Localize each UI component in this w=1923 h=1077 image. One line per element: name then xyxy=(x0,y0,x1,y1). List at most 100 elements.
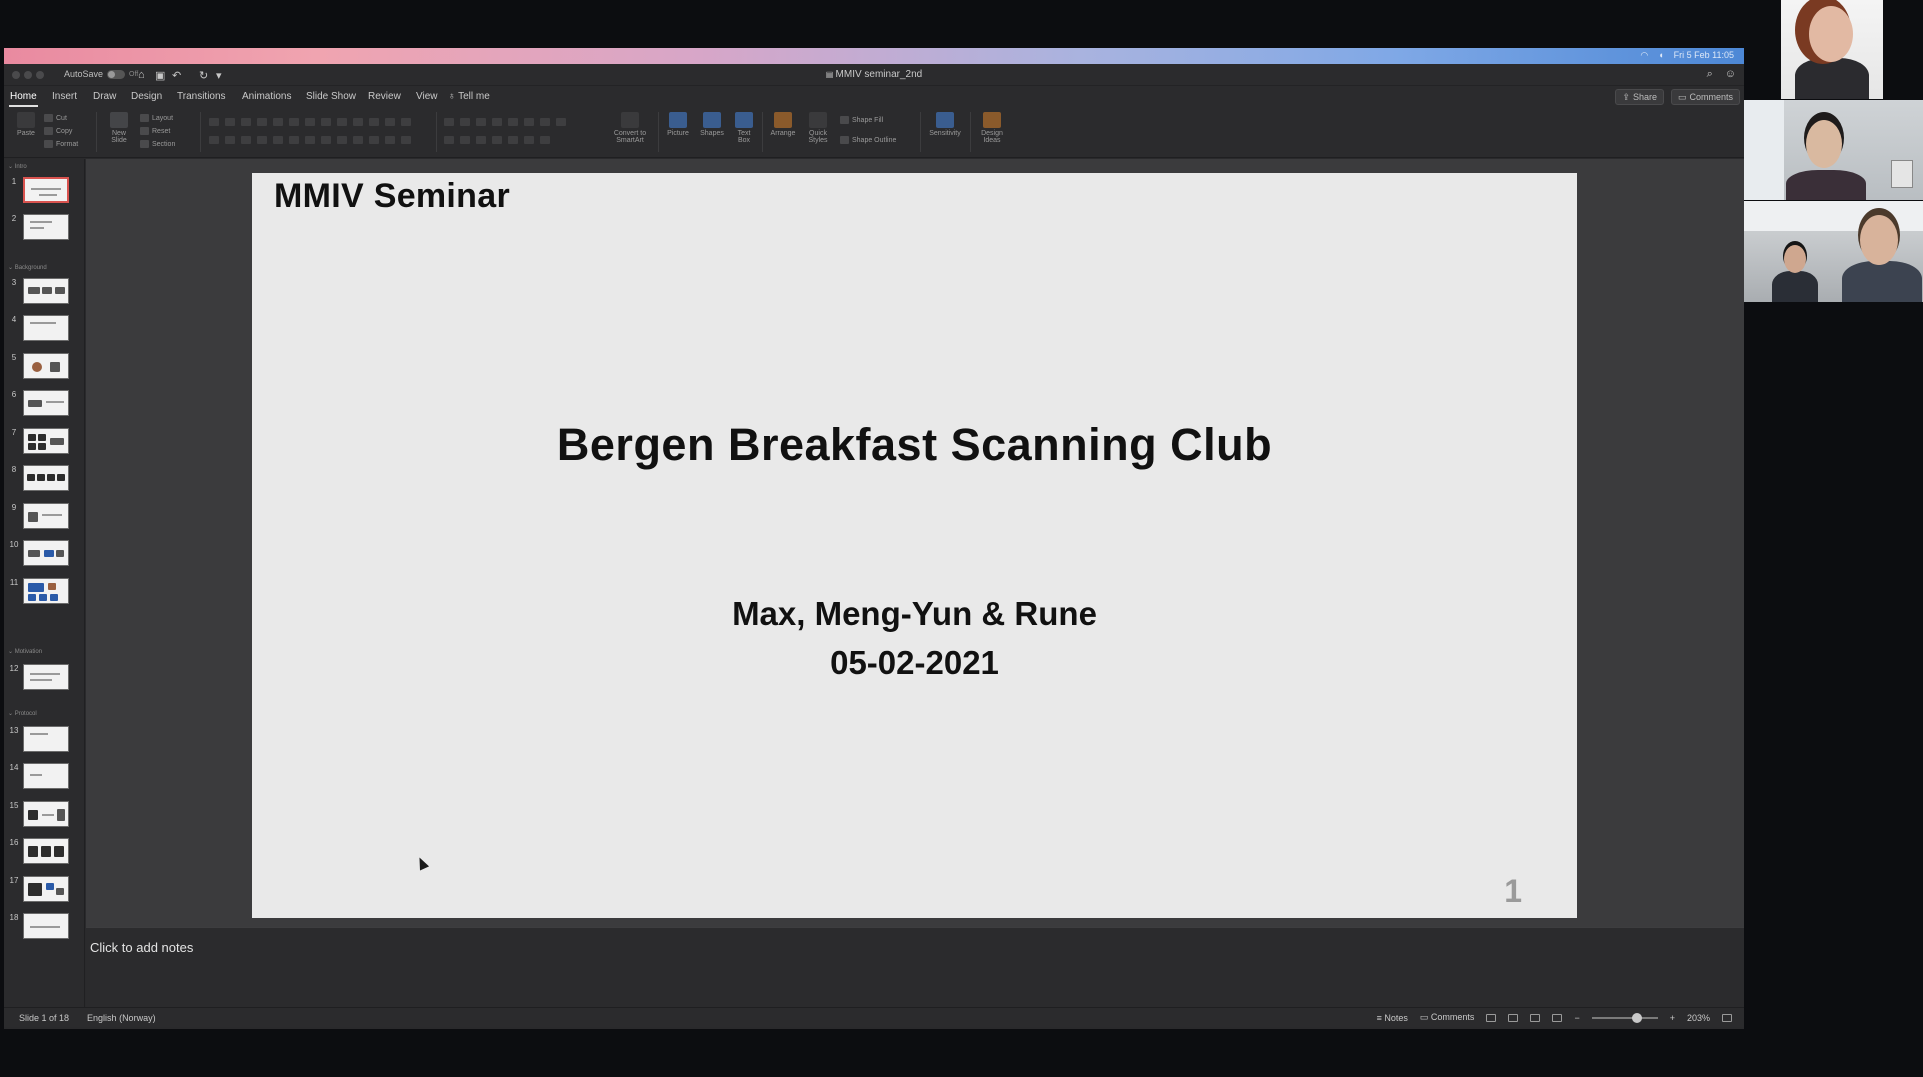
section-header-background[interactable]: ⌄ Background xyxy=(8,264,47,271)
notes-toggle[interactable]: ≡ Notes xyxy=(1377,1013,1408,1023)
slide-editing-area[interactable]: MMIV Seminar Bergen Breakfast Scanning C… xyxy=(86,159,1744,927)
slide-thumbnail-row[interactable]: 18 xyxy=(4,913,84,939)
paragraph-controls[interactable] xyxy=(444,118,566,126)
format-painter-button[interactable]: Format xyxy=(44,140,78,148)
tab-design[interactable]: Design xyxy=(131,91,162,102)
tab-insert[interactable]: Insert xyxy=(52,91,77,102)
account-icon[interactable]: ☺ xyxy=(1725,68,1736,81)
quick-styles-button[interactable]: Quick Styles xyxy=(804,112,832,144)
slide-thumbnail[interactable] xyxy=(23,876,69,902)
slide-thumbnail[interactable] xyxy=(23,214,69,240)
slide-thumbnail[interactable] xyxy=(23,763,69,789)
slide-thumbnail-row[interactable]: 17 xyxy=(4,876,84,902)
slide-thumbnail[interactable] xyxy=(23,353,69,379)
slide-thumbnail-row[interactable]: 13 xyxy=(4,726,84,752)
slide-title-text[interactable]: Bergen Breakfast Scanning Club xyxy=(252,419,1577,471)
picture-button[interactable]: Picture xyxy=(664,112,692,137)
slide-thumbnail[interactable] xyxy=(23,838,69,864)
slide-thumbnail-row[interactable]: 6 xyxy=(4,390,84,416)
new-slide-button[interactable]: New Slide xyxy=(104,112,134,144)
slide-thumbnail-row[interactable]: 2 xyxy=(4,214,84,240)
convert-smartart-button[interactable]: Convert to SmartArt xyxy=(609,112,651,144)
comments-toggle[interactable]: ▭ Comments xyxy=(1420,1012,1475,1023)
reading-view-icon[interactable] xyxy=(1530,1013,1541,1022)
slide-authors-text[interactable]: Max, Meng-Yun & Rune xyxy=(252,595,1577,633)
tab-view[interactable]: View xyxy=(416,91,438,102)
slide-thumbnail[interactable] xyxy=(23,428,69,454)
comments-button[interactable]: ▭ Comments xyxy=(1670,89,1740,105)
slide-thumbnail[interactable] xyxy=(23,315,69,341)
slide-thumbnail[interactable] xyxy=(23,540,69,566)
font-style-controls[interactable] xyxy=(209,136,411,144)
slide-thumbnail-pane[interactable]: ⌄ Intro ⌄ Background ⌄ Motivation ⌄ Prot… xyxy=(4,159,85,1007)
menubar-clock[interactable]: Fri 5 Feb 11:05 xyxy=(1674,50,1734,61)
cut-button[interactable]: Cut xyxy=(44,114,67,122)
text-box-button[interactable]: Text Box xyxy=(732,112,756,144)
tab-animations[interactable]: Animations xyxy=(242,91,291,102)
section-header-motivation[interactable]: ⌄ Motivation xyxy=(8,648,42,655)
tab-transitions[interactable]: Transitions xyxy=(177,91,226,102)
slide-date-text[interactable]: 05-02-2021 xyxy=(252,644,1577,682)
slide-thumbnail[interactable] xyxy=(23,465,69,491)
shapes-button[interactable]: Shapes xyxy=(698,112,726,137)
notes-pane[interactable]: Click to add notes xyxy=(86,927,1744,1007)
slide-thumbnail[interactable] xyxy=(23,726,69,752)
slide-thumbnail-row[interactable]: 1 xyxy=(4,177,84,203)
tab-home[interactable]: Home xyxy=(9,91,38,107)
slide-sorter-icon[interactable] xyxy=(1508,1013,1519,1022)
arrange-button[interactable]: Arrange xyxy=(768,112,798,137)
slide-thumbnail[interactable] xyxy=(23,664,69,690)
slide-thumbnail[interactable] xyxy=(23,503,69,529)
notes-placeholder[interactable]: Click to add notes xyxy=(90,940,193,955)
sensitivity-button[interactable]: Sensitivity xyxy=(926,112,964,137)
slide-thumbnail[interactable] xyxy=(23,801,69,827)
normal-view-icon[interactable] xyxy=(1486,1013,1497,1022)
slide-thumbnail-row[interactable]: 5 xyxy=(4,353,84,379)
slide-thumbnail-row[interactable]: 11 xyxy=(4,578,84,604)
layout-button[interactable]: Layout xyxy=(140,114,173,122)
slide-number-text[interactable]: 1 xyxy=(1504,873,1522,910)
zoom-slider[interactable] xyxy=(1591,1012,1658,1023)
slide-thumbnail[interactable] xyxy=(23,278,69,304)
slide-thumbnail-row[interactable]: 12 xyxy=(4,664,84,690)
fit-to-window-icon[interactable] xyxy=(1722,1013,1732,1022)
tab-review[interactable]: Review xyxy=(368,91,401,102)
participant-video-1[interactable] xyxy=(1781,0,1883,99)
zoom-level[interactable]: 203% xyxy=(1687,1013,1710,1023)
section-header-intro[interactable]: ⌄ Intro xyxy=(8,163,27,170)
slide-thumbnail[interactable] xyxy=(23,578,69,604)
slide-thumbnail[interactable] xyxy=(23,390,69,416)
section-button[interactable]: Section xyxy=(140,140,175,148)
slide-thumbnail-row[interactable]: 14 xyxy=(4,763,84,789)
slide-show-icon[interactable] xyxy=(1552,1013,1563,1022)
section-header-protocol[interactable]: ⌄ Protocol xyxy=(8,710,37,717)
shape-outline-button[interactable]: Shape Outline xyxy=(840,136,896,144)
slide-thumbnail-row[interactable]: 10 xyxy=(4,540,84,566)
slide-thumbnail-row[interactable]: 8 xyxy=(4,465,84,491)
shape-fill-button[interactable]: Shape Fill xyxy=(840,116,883,124)
participant-video-3[interactable] xyxy=(1744,201,1923,302)
share-button[interactable]: ⇪ Share xyxy=(1615,89,1664,105)
reset-button[interactable]: Reset xyxy=(140,127,170,135)
volume-icon[interactable]: ◖ xyxy=(1658,50,1663,61)
copy-button[interactable]: Copy xyxy=(44,127,72,135)
search-icon[interactable]: ⌕ xyxy=(1707,68,1713,81)
font-controls[interactable] xyxy=(209,118,411,126)
tab-draw[interactable]: Draw xyxy=(93,91,116,102)
zoom-out-icon[interactable]: − xyxy=(1574,1013,1579,1023)
slide-thumbnail-row[interactable]: 16 xyxy=(4,838,84,864)
current-slide[interactable]: MMIV Seminar Bergen Breakfast Scanning C… xyxy=(252,173,1577,918)
slide-thumbnail[interactable] xyxy=(23,913,69,939)
alignment-controls[interactable] xyxy=(444,136,550,144)
slide-thumbnail-row[interactable]: 4 xyxy=(4,315,84,341)
tell-me-search[interactable]: ♁ Tell me xyxy=(448,91,490,102)
slide-thumbnail-row[interactable]: 9 xyxy=(4,503,84,529)
slide-thumbnail-row[interactable]: 15 xyxy=(4,801,84,827)
language-indicator[interactable]: English (Norway) xyxy=(87,1013,156,1023)
zoom-slider-handle[interactable] xyxy=(1631,1012,1642,1023)
wifi-icon[interactable]: ◠ xyxy=(1640,50,1648,61)
tab-slide-show[interactable]: Slide Show xyxy=(306,91,356,102)
paste-button[interactable]: Paste xyxy=(12,112,40,137)
slide-thumbnail[interactable] xyxy=(23,177,69,203)
participant-video-2[interactable] xyxy=(1744,100,1923,200)
